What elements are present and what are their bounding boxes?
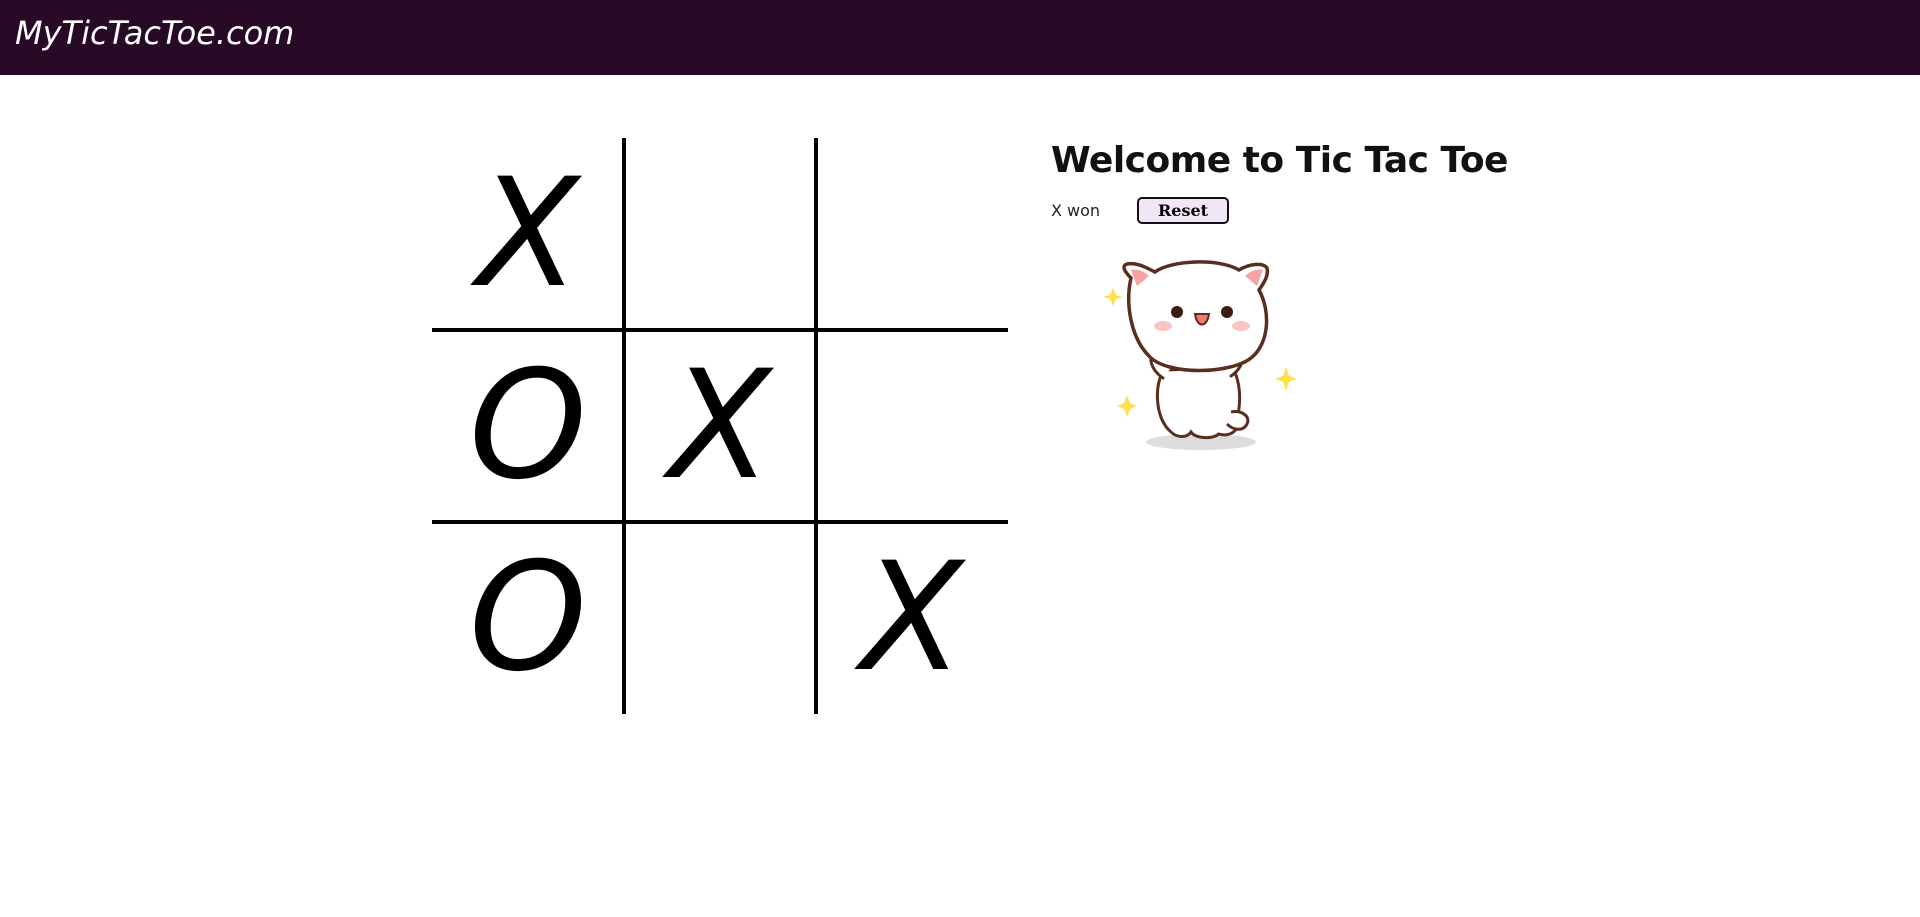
game-board: X O X O X (432, 138, 1008, 714)
board-cell-0[interactable]: X (432, 138, 624, 330)
board-cell-4[interactable]: X (624, 330, 816, 522)
info-panel: Welcome to Tic Tac Toe X won Reset (1051, 140, 1551, 450)
grid-line-vertical-2 (814, 138, 818, 714)
board-cell-7[interactable] (624, 522, 816, 714)
grid-line-vertical-1 (622, 138, 626, 714)
reset-button[interactable]: Reset (1137, 197, 1229, 224)
sparkle-icon (1103, 288, 1123, 306)
board-cell-1[interactable] (624, 138, 816, 330)
board-cell-3[interactable]: O (432, 330, 624, 522)
cat-eye-right (1221, 306, 1233, 318)
cat-blush-right (1232, 321, 1250, 331)
page-title: Welcome to Tic Tac Toe (1051, 140, 1508, 181)
board-cell-2[interactable] (816, 138, 1008, 330)
grid-line-horizontal-2 (432, 520, 1008, 524)
sparkle-icon (1117, 395, 1137, 417)
top-navbar: MyTicTacToe.com (0, 0, 1920, 75)
board-cell-8[interactable]: X (816, 522, 1008, 714)
status-row: X won Reset (1051, 197, 1551, 227)
board-cell-5[interactable] (816, 330, 1008, 522)
cat-eye-left (1171, 306, 1183, 318)
grid-line-horizontal-1 (432, 328, 1008, 332)
happy-cat-sticker (1103, 260, 1297, 450)
cat-body (1156, 366, 1242, 440)
board-cell-6[interactable]: O (432, 522, 624, 714)
cat-blush-left (1154, 321, 1172, 331)
site-brand-link[interactable]: MyTicTacToe.com (15, 14, 294, 52)
game-status-text: X won (1051, 201, 1101, 220)
sparkle-icon (1275, 367, 1297, 391)
cat-mouth (1193, 313, 1211, 326)
